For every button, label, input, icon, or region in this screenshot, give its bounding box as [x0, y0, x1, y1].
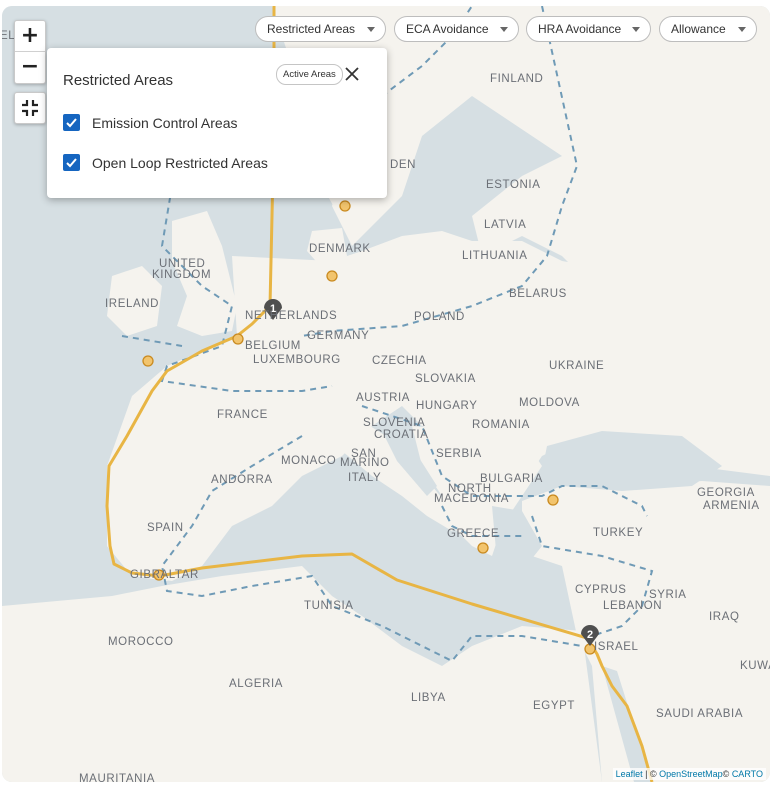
option-open-loop-restricted-areas[interactable]: Open Loop Restricted Areas — [63, 154, 268, 171]
country-label: CZECHIA — [372, 355, 427, 367]
fit-bounds-button[interactable] — [14, 92, 46, 124]
carto-link[interactable]: CARTO — [732, 769, 763, 779]
filter-label: HRA Avoidance — [538, 22, 622, 36]
country-label: TUNISIA — [304, 600, 354, 612]
country-label: SAUDI ARABIA — [656, 708, 743, 720]
country-label: GIBRALTAR — [130, 569, 199, 581]
country-label: TURKEY — [593, 527, 643, 539]
country-label: MOROCCO — [108, 636, 174, 648]
option-emission-control-areas[interactable]: Emission Control Areas — [63, 114, 238, 131]
filter-label: Allowance — [671, 22, 726, 36]
country-label: MAURITANIA — [79, 773, 155, 782]
country-label: SERBIA — [436, 448, 482, 460]
country-label: LIBYA — [411, 692, 446, 704]
country-label: ITALY — [348, 472, 381, 484]
filter-allowance[interactable]: Allowance — [659, 16, 757, 42]
country-label: LUXEMBOURG — [253, 354, 341, 366]
filter-hra-avoidance[interactable]: HRA Avoidance — [526, 16, 651, 42]
zoom-control: + − — [14, 20, 46, 84]
country-label: FRANCE — [217, 409, 268, 421]
checkbox-checked[interactable] — [63, 154, 80, 171]
country-label: POLAND — [414, 311, 465, 323]
country-label: ANDORRA — [211, 474, 273, 486]
port-marker[interactable] — [339, 200, 351, 212]
filter-label: ECA Avoidance — [406, 22, 489, 36]
country-label: AUSTRIA — [356, 392, 410, 404]
fullscreen-exit-icon — [22, 100, 38, 116]
zoom-in-button[interactable]: + — [15, 21, 45, 51]
filter-label: Restricted Areas — [267, 22, 356, 36]
country-label: LITHUANIA — [462, 250, 527, 262]
country-label: LEBANON — [603, 600, 662, 612]
chevron-down-icon — [738, 26, 746, 32]
country-label: ISRAEL — [594, 641, 639, 653]
country-label: LATVIA — [484, 219, 526, 231]
port-marker[interactable] — [326, 270, 338, 282]
port-marker[interactable] — [477, 542, 489, 554]
country-label: IRELAND — [105, 298, 159, 310]
chevron-down-icon — [500, 26, 508, 32]
country-label: CROATIA — [374, 429, 428, 441]
country-label: GEORGIA — [697, 487, 755, 499]
active-areas-chip[interactable]: Active Areas — [276, 64, 343, 85]
port-marker[interactable] — [232, 333, 244, 345]
option-label: Emission Control Areas — [92, 114, 238, 131]
port-marker[interactable] — [547, 494, 559, 506]
chevron-down-icon — [632, 26, 640, 32]
port-marker[interactable] — [142, 355, 154, 367]
country-label: DEN — [390, 159, 416, 171]
check-icon — [66, 158, 77, 168]
country-label: MACEDONIA — [434, 493, 509, 505]
country-label: CYPRUS — [575, 584, 627, 596]
attribution-separator: | © — [642, 769, 660, 779]
country-label: MARINO — [340, 457, 390, 469]
restricted-areas-panel: Restricted Areas Active Areas Emission C… — [47, 48, 387, 198]
country-label: NETHERLANDS — [245, 310, 337, 322]
country-label: ALGERIA — [229, 678, 283, 690]
country-label: SPAIN — [147, 522, 184, 534]
map-attribution: Leaflet | © OpenStreetMap© CARTO — [612, 768, 766, 780]
country-label: HUNGARY — [416, 400, 478, 412]
attribution-carto-prefix: © — [722, 769, 732, 779]
chevron-down-icon — [367, 26, 375, 32]
country-label: ARMENIA — [703, 500, 760, 512]
map-frame[interactable]: 1 2 FINLAND ESTONIA LATVIA LITHUANIA BEL… — [2, 6, 770, 782]
country-label: BELGIUM — [245, 340, 301, 352]
check-icon — [66, 118, 77, 128]
country-label: GERMANY — [307, 330, 369, 342]
country-label: SLOVAKIA — [415, 373, 476, 385]
zoom-out-button[interactable]: − — [15, 51, 45, 82]
waypoint-label: 2 — [587, 629, 593, 641]
country-label: DENMARK — [309, 243, 371, 255]
country-label: IRAQ — [709, 611, 740, 623]
filter-eca-avoidance[interactable]: ECA Avoidance — [394, 16, 519, 42]
country-label: MONACO — [281, 455, 336, 467]
osm-link[interactable]: OpenStreetMap — [659, 769, 723, 779]
country-label: ROMANIA — [472, 419, 530, 431]
country-label: GREECE — [447, 528, 499, 540]
country-label: BELARUS — [509, 288, 567, 300]
country-label: UKRAINE — [549, 360, 604, 372]
close-icon[interactable] — [342, 64, 362, 84]
country-label: KUWA — [740, 660, 770, 672]
checkbox-checked[interactable] — [63, 114, 80, 131]
leaflet-link[interactable]: Leaflet — [616, 769, 643, 779]
country-label: FINLAND — [490, 73, 543, 85]
country-label: EGYPT — [533, 700, 575, 712]
country-label: MOLDOVA — [519, 397, 580, 409]
option-label: Open Loop Restricted Areas — [92, 154, 268, 171]
filter-restricted-areas[interactable]: Restricted Areas — [255, 16, 386, 42]
country-label: ESTONIA — [486, 179, 540, 191]
country-label: KINGDOM — [152, 269, 211, 281]
country-label: SLOVENIA — [363, 417, 425, 429]
panel-title: Restricted Areas — [63, 72, 174, 89]
